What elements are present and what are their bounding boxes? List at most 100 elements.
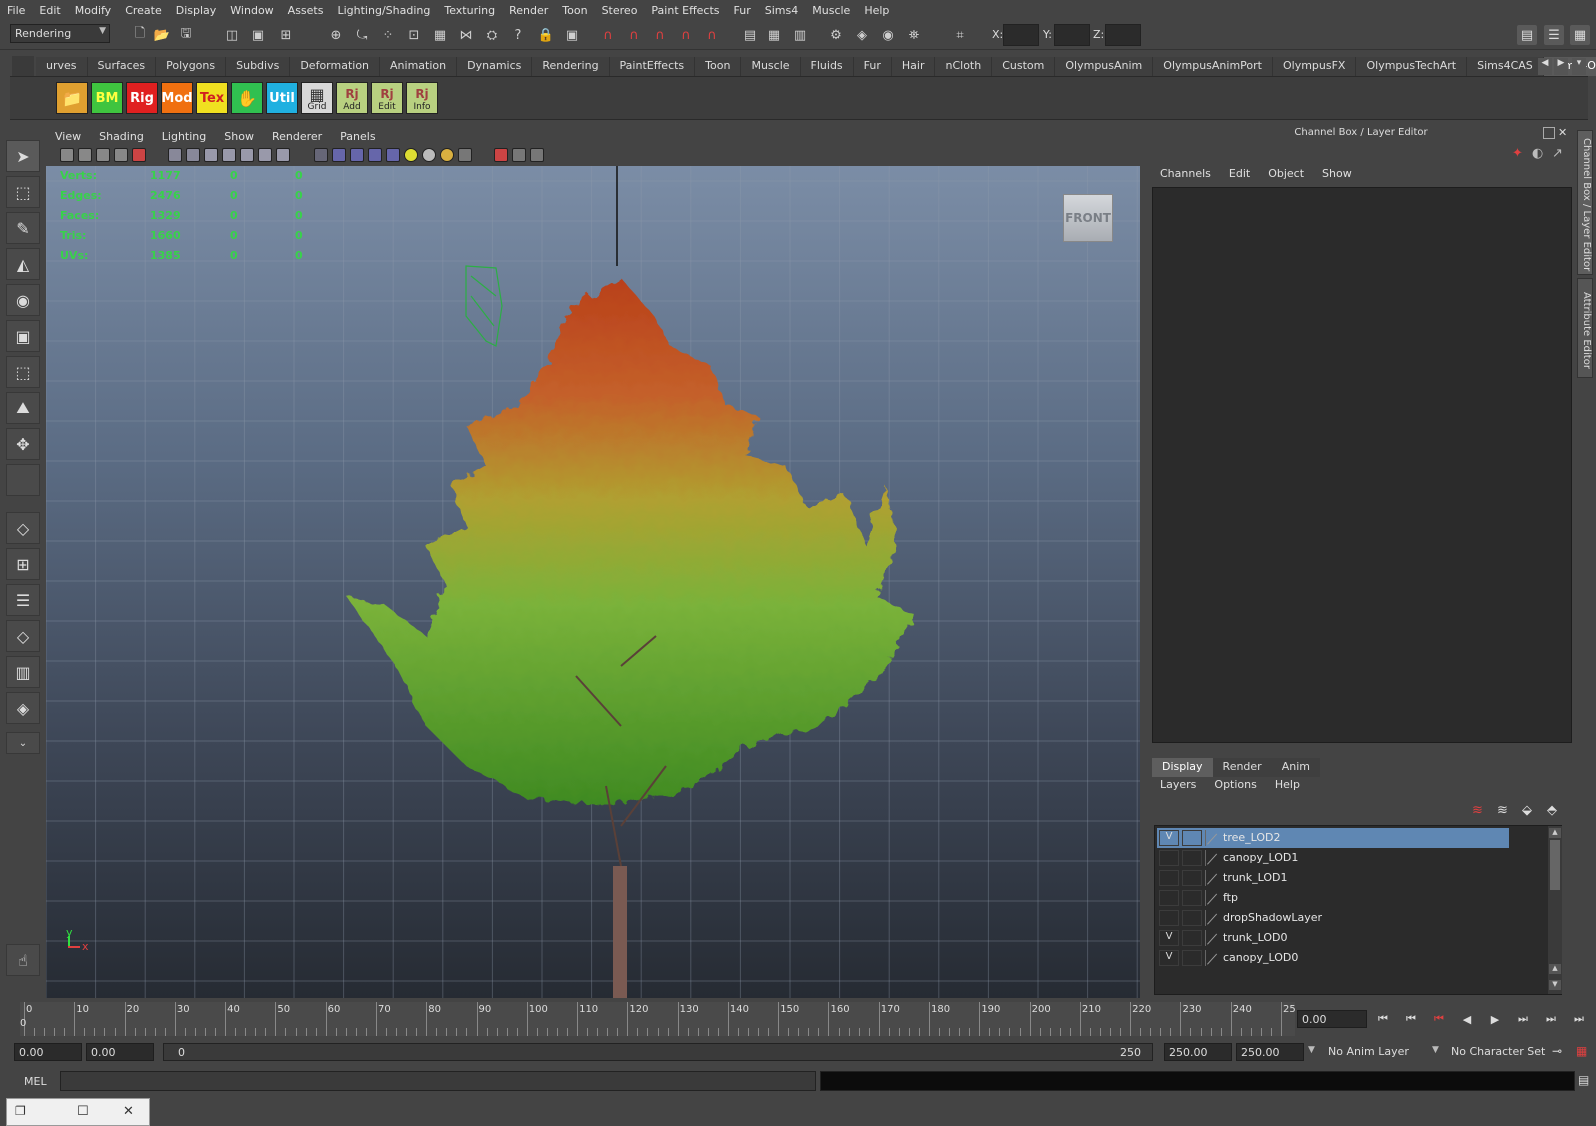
- shelf-tab-olympusanimport[interactable]: OlympusAnimPort: [1153, 57, 1273, 76]
- tree-model[interactable]: [46, 166, 1140, 998]
- layer-color-swatch[interactable]: [1205, 930, 1219, 946]
- muscle-tool-icon[interactable]: ☝: [6, 944, 40, 976]
- viewport-tool-22-icon[interactable]: [512, 148, 526, 162]
- channel-manip-icon[interactable]: ✦: [1512, 146, 1528, 162]
- channel-speed-icon[interactable]: ◐: [1532, 146, 1548, 162]
- layer-tab-display[interactable]: Display: [1152, 758, 1213, 777]
- select-component-icon[interactable]: ⊞: [276, 25, 296, 45]
- menu-help[interactable]: Help: [857, 4, 896, 17]
- paint-select-tool-icon[interactable]: ✎: [6, 212, 40, 244]
- step-forward-key-icon[interactable]: ⏭: [1540, 1010, 1562, 1028]
- move-tool-icon[interactable]: ◭: [6, 248, 40, 280]
- menu-paint-effects[interactable]: Paint Effects: [644, 4, 726, 17]
- window-maximize-icon[interactable]: ☐: [77, 1104, 89, 1119]
- go-to-start-icon[interactable]: ⏮: [1372, 1010, 1394, 1028]
- shelf-scroll-right-icon[interactable]: ▶: [1554, 58, 1568, 75]
- viewport-menu-show[interactable]: Show: [215, 130, 263, 143]
- layer-visibility-toggle[interactable]: V: [1159, 950, 1179, 966]
- menu-modify[interactable]: Modify: [68, 4, 118, 17]
- scroll-up-icon[interactable]: ▲: [1549, 828, 1561, 838]
- select-tool-icon[interactable]: ➤: [6, 140, 40, 172]
- viewport-menu-renderer[interactable]: Renderer: [263, 130, 331, 143]
- viewport-tool-17-icon[interactable]: [404, 148, 418, 162]
- layer-list-scrollbar[interactable]: ▲ ▲ ▼: [1548, 826, 1562, 994]
- magnet-icon-2[interactable]: ∩: [624, 25, 644, 45]
- viewport-tool-9-icon[interactable]: [240, 148, 254, 162]
- display-render-icon[interactable]: ◉: [878, 25, 898, 45]
- layer-color-swatch[interactable]: [1205, 950, 1219, 966]
- snap-grid-icon[interactable]: ⊕: [326, 25, 346, 45]
- shelf-button-edit[interactable]: Rj Edit: [371, 82, 403, 114]
- viewport-tool-0-icon[interactable]: [60, 148, 74, 162]
- shelf-button-mod[interactable]: Mod: [161, 82, 193, 114]
- last-tool-icon[interactable]: [6, 464, 40, 496]
- viewport-tool-20-icon[interactable]: [458, 148, 472, 162]
- viewport-tool-12-icon[interactable]: [314, 148, 328, 162]
- lasso-tool-icon[interactable]: ⬚: [6, 176, 40, 208]
- current-frame-field[interactable]: 0.00: [1297, 1010, 1367, 1028]
- layer-visibility-toggle[interactable]: [1159, 890, 1179, 906]
- layer-color-swatch[interactable]: [1205, 830, 1219, 846]
- anim-layer-dropdown[interactable]: No Anim Layer: [1328, 1045, 1409, 1058]
- menu-display[interactable]: Display: [169, 4, 224, 17]
- render-settings-icon[interactable]: ⚙: [826, 25, 846, 45]
- scroll-down-arrow-icon[interactable]: ▼: [1549, 980, 1561, 990]
- menu-edit[interactable]: Edit: [32, 4, 67, 17]
- shelf-tab-rendering[interactable]: Rendering: [532, 57, 610, 76]
- menu-lighting-shading[interactable]: Lighting/Shading: [330, 4, 437, 17]
- channel-hyper-icon[interactable]: ↗: [1552, 146, 1568, 162]
- menu-sims4[interactable]: Sims4: [758, 4, 805, 17]
- shelf-button-util[interactable]: Util: [266, 82, 298, 114]
- shelf-tab-hair[interactable]: Hair: [891, 57, 936, 76]
- viewport-tool-7-icon[interactable]: [204, 148, 218, 162]
- menu-assets[interactable]: Assets: [281, 4, 331, 17]
- shelf-button-rig[interactable]: Rig: [126, 82, 158, 114]
- layer-playback-toggle[interactable]: [1182, 850, 1202, 866]
- layout-persp-graph-icon[interactable]: ◇: [6, 620, 40, 652]
- magnet-icon-4[interactable]: ∩: [676, 25, 696, 45]
- menu-stereo[interactable]: Stereo: [595, 4, 645, 17]
- viewport-tool-4-icon[interactable]: [132, 148, 146, 162]
- render-view-icon[interactable]: ▤: [740, 25, 760, 45]
- scroll-down-icon[interactable]: ▲: [1549, 964, 1561, 974]
- layer-playback-toggle[interactable]: [1182, 950, 1202, 966]
- soft-mod-tool-icon[interactable]: ⛰: [6, 392, 40, 424]
- layer-menu-layers[interactable]: Layers: [1151, 778, 1205, 796]
- toggle-tool-settings-icon[interactable]: ☰: [1544, 25, 1564, 45]
- snap-curve-icon[interactable]: ⤿: [352, 25, 372, 45]
- menu-window[interactable]: Window: [223, 4, 280, 17]
- auto-key-icon[interactable]: ⊸: [1552, 1044, 1562, 1058]
- shelf-tab-deformation[interactable]: Deformation: [290, 57, 381, 76]
- viewport-tool-15-icon[interactable]: [368, 148, 382, 162]
- shelf-tab-fluids[interactable]: Fluids: [800, 57, 854, 76]
- layer-row[interactable]: Vtree_LOD2: [1157, 828, 1509, 848]
- shelf-tab-olympusfx[interactable]: OlympusFX: [1272, 57, 1357, 76]
- layer-row[interactable]: ftp: [1157, 888, 1509, 908]
- menu-set-dropdown[interactable]: Rendering ▼: [10, 24, 110, 43]
- layer-menu-help[interactable]: Help: [1266, 778, 1309, 796]
- shelf-tab-olympustechart[interactable]: OlympusTechArt: [1356, 57, 1468, 76]
- shelf-tab-sims4cas[interactable]: Sims4CAS: [1467, 57, 1544, 76]
- snap-point-icon[interactable]: ⁘: [378, 25, 398, 45]
- toggle-attribute-editor-icon[interactable]: ▤: [1517, 25, 1537, 45]
- shelf-tab-polygons[interactable]: Polygons: [156, 57, 227, 76]
- viewport-tool-5-icon[interactable]: [168, 148, 182, 162]
- snap-live-icon[interactable]: ▦: [430, 25, 450, 45]
- shelf-button-bm[interactable]: BM: [91, 82, 123, 114]
- magnet-icon-3[interactable]: ∩: [650, 25, 670, 45]
- viewport-tool-16-icon[interactable]: [386, 148, 400, 162]
- save-scene-icon[interactable]: 🖫: [176, 25, 196, 45]
- shelf-tab-ncloth[interactable]: nCloth: [935, 57, 993, 76]
- viewport-tool-1-icon[interactable]: [78, 148, 92, 162]
- viewport-tool-21-icon[interactable]: [494, 148, 508, 162]
- preferences-icon[interactable]: ▦: [1576, 1044, 1587, 1058]
- rotate-tool-icon[interactable]: ◉: [6, 284, 40, 316]
- magnet-icon-5[interactable]: ∩: [702, 25, 722, 45]
- play-backward-icon[interactable]: ◀: [1456, 1010, 1478, 1028]
- shelf-tab-muscle[interactable]: Muscle: [741, 57, 801, 76]
- layer-color-swatch[interactable]: [1205, 870, 1219, 886]
- viewport-menu-view[interactable]: View: [46, 130, 90, 143]
- shelf-button-hand-icon[interactable]: ✋: [231, 82, 263, 114]
- minimized-window[interactable]: ❐ ☐ ✕: [6, 1098, 150, 1126]
- shelf-button-grid[interactable]: ▦ Grid: [301, 82, 333, 114]
